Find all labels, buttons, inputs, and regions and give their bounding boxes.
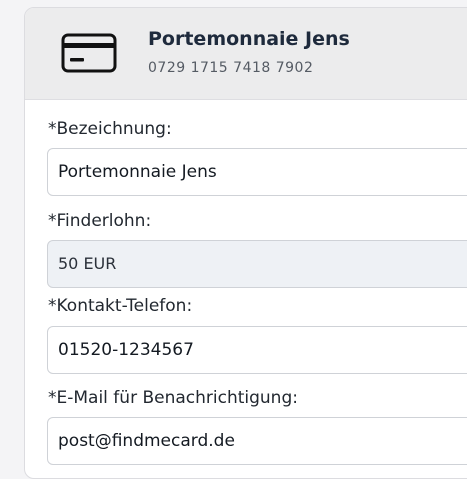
label-finderlohn: *Finderlohn: bbox=[48, 211, 152, 231]
card-header: Portemonnaie Jens 0729 1715 7418 7902 bbox=[25, 8, 467, 100]
kontakt-telefon-input[interactable]: 01520-1234567 bbox=[47, 326, 467, 374]
finderlohn-field: 50 EUR bbox=[47, 240, 467, 288]
bezeichnung-value: Portemonnaie Jens bbox=[58, 162, 217, 182]
email-input[interactable]: post@findmecard.de bbox=[47, 417, 467, 465]
email-value: post@findmecard.de bbox=[58, 431, 235, 451]
kontakt-telefon-value: 01520-1234567 bbox=[58, 340, 194, 360]
label-kontakt-telefon: *Kontakt-Telefon: bbox=[48, 296, 193, 316]
card-number: 0729 1715 7418 7902 bbox=[148, 60, 314, 76]
wallet-card: Portemonnaie Jens 0729 1715 7418 7902 *B… bbox=[24, 7, 467, 479]
label-bezeichnung: *Bezeichnung: bbox=[48, 119, 172, 139]
bezeichnung-input[interactable]: Portemonnaie Jens bbox=[47, 148, 467, 196]
card-title: Portemonnaie Jens bbox=[148, 28, 350, 50]
credit-card-icon bbox=[61, 33, 117, 73]
label-email: *E-Mail für Benachrichtigung: bbox=[48, 388, 298, 408]
finderlohn-value: 50 EUR bbox=[58, 254, 117, 273]
